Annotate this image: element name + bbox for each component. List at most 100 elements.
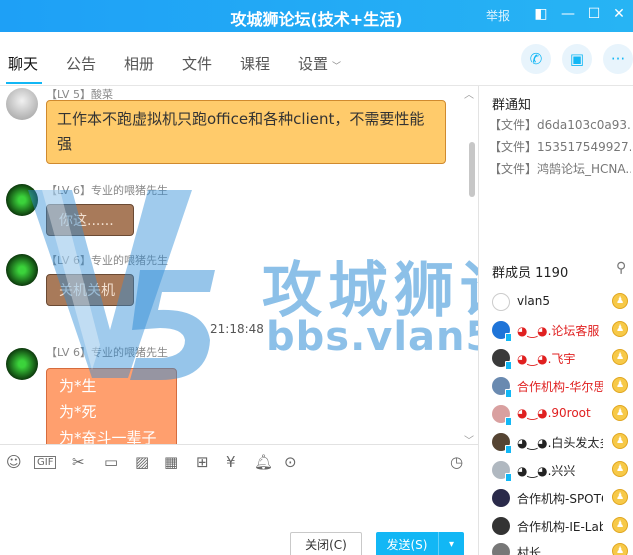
avatar[interactable]	[6, 88, 38, 120]
user-icon: ♟	[612, 349, 628, 365]
member-item[interactable]: ◕‿◕.90root ♟	[479, 403, 633, 427]
user-icon: ♟	[612, 543, 628, 555]
mobile-icon	[505, 473, 512, 482]
user-icon: ♟	[612, 377, 628, 393]
close-icon[interactable]: ✕	[608, 3, 630, 25]
member-item[interactable]: ◕‿◕.兴兴 ♟	[479, 459, 633, 483]
avatar[interactable]	[6, 184, 38, 216]
active-tab-indicator	[6, 82, 42, 84]
maximize-icon[interactable]: ☐	[583, 3, 605, 25]
send-options-chevron-icon[interactable]: ▾	[438, 532, 464, 555]
tab-announcement[interactable]: 公告	[66, 53, 96, 74]
members-title: 群成员 1190	[492, 266, 569, 281]
search-icon[interactable]: ⚲	[616, 260, 626, 276]
avatar	[492, 293, 510, 311]
member-name: ◕‿◕.兴兴	[517, 464, 576, 478]
member-name: 村长	[517, 546, 542, 555]
gift-icon[interactable]: ⊞	[196, 453, 209, 471]
user-icon: ♟	[612, 405, 628, 421]
tab-settings[interactable]: 设置 ﹀	[298, 53, 341, 74]
user-icon: ♟	[612, 433, 628, 449]
sender-name[interactable]: 【LV 6】专业的喂猪先生	[46, 252, 168, 268]
folder-icon[interactable]: ▭	[104, 453, 118, 471]
member-item[interactable]: 合作机构-IE-Lab ♟	[479, 515, 633, 539]
phone-icon[interactable]: ✆	[521, 44, 551, 74]
tab-bar: 聊天 公告 相册 文件 课程 设置 ﹀ ✆ ▣ ···	[0, 32, 633, 86]
history-icon[interactable]: ◷	[450, 453, 463, 471]
user-icon: ♟	[612, 321, 628, 337]
user-icon: ♟	[612, 293, 628, 309]
message-bubble: 为*生 为*死 为*奋斗一辈子	[46, 368, 177, 444]
member-name: 合作机构-SPOTO	[517, 492, 603, 506]
message-bubble: 工作本不跑虚拟机只跑office和各种client，不需要性能强	[46, 100, 446, 164]
chat-area[interactable]: 【LV 5】酸菜 工作本不跑虚拟机只跑office和各种client，不需要性能…	[0, 86, 478, 444]
tab-courses[interactable]: 课程	[240, 53, 270, 74]
user-icon: ♟	[612, 489, 628, 505]
chevron-down-icon: ﹀	[332, 62, 342, 72]
message-input[interactable]	[0, 480, 478, 532]
member-item[interactable]: 合作机构-华尔思 ♟	[479, 375, 633, 399]
notice-item[interactable]: 【文件】d6da103c0a93...	[489, 116, 631, 133]
scissors-icon[interactable]: ✂	[72, 453, 85, 471]
member-item[interactable]: ◕‿◕.论坛客服 ♟	[479, 319, 633, 343]
tab-files[interactable]: 文件	[182, 53, 212, 74]
notice-item[interactable]: 【文件】153517549927...	[489, 138, 631, 155]
title-bar: 攻城狮论坛(技术+生活) 举报 ◧ — ☐ ✕	[0, 0, 633, 32]
message-bubble: 你这......	[46, 204, 134, 236]
member-name: vlan5	[517, 294, 551, 308]
minimize-icon[interactable]: —	[557, 3, 579, 25]
member-item[interactable]: 村长 ♟	[479, 541, 633, 555]
screen-share-icon[interactable]: ▣	[562, 44, 592, 74]
avatar[interactable]	[6, 254, 38, 286]
message-line: 为*死	[59, 403, 97, 421]
user-icon: ♟	[612, 461, 628, 477]
member-item[interactable]: ◕‿◕.白头发太多 ♟	[479, 431, 633, 455]
notice-item[interactable]: 【文件】鸿鹄论坛_HCNA...	[489, 160, 631, 177]
message-bubble: 关机关机	[46, 274, 134, 306]
user-icon: ♟	[612, 517, 628, 533]
member-item[interactable]: 合作机构-SPOTO ♟	[479, 487, 633, 511]
avatar	[492, 489, 510, 507]
mobile-icon	[505, 417, 512, 426]
chevron-up-icon[interactable]: ︿	[464, 86, 474, 101]
sender-name[interactable]: 【LV 6】专业的喂猪先生	[46, 344, 168, 360]
member-name: 合作机构-华尔思	[517, 380, 603, 394]
red-packet-icon[interactable]: ¥	[226, 453, 236, 471]
message-line: 为*奋斗一辈子	[59, 429, 157, 444]
group-sidebar: 群通知 【文件】d6da103c0a93... 【文件】153517549927…	[478, 86, 633, 555]
tab-chat[interactable]: 聊天	[8, 53, 38, 74]
skin-icon[interactable]: ◧	[530, 3, 552, 25]
chat-scrollbar[interactable]	[469, 142, 475, 197]
notice-title: 群通知	[492, 98, 532, 113]
member-name: 合作机构-IE-Lab	[517, 520, 603, 534]
input-toolbar: ☺ GIF ✂ ▭ ▨ ▦ ⊞ ¥ 🔔︎ ⊙ ◷	[0, 444, 478, 480]
tab-album[interactable]: 相册	[124, 53, 154, 74]
more-tools-icon[interactable]: ⊙	[284, 453, 297, 471]
close-button[interactable]: 关闭(C)	[290, 532, 362, 555]
mobile-icon	[505, 361, 512, 370]
image-icon[interactable]: ▨	[135, 453, 149, 471]
tab-settings-label: 设置	[298, 55, 329, 73]
gif-icon[interactable]: GIF	[34, 456, 57, 469]
avatar	[492, 517, 510, 535]
send-button[interactable]: 发送(S)	[376, 532, 438, 555]
report-link[interactable]: 举报	[486, 7, 510, 24]
sender-name[interactable]: 【LV 6】专业的喂猪先生	[46, 182, 168, 198]
video-icon[interactable]: ▦	[164, 453, 178, 471]
member-name: ◕‿◕.论坛客服	[517, 324, 600, 338]
mobile-icon	[505, 389, 512, 398]
mobile-icon	[505, 445, 512, 454]
member-item[interactable]: ◕‿◕.飞宇 ♟	[479, 347, 633, 371]
bell-icon[interactable]: 🔔︎	[254, 453, 273, 471]
mobile-icon	[505, 333, 512, 342]
member-name: ◕‿◕.白头发太多	[517, 436, 603, 450]
avatar[interactable]	[6, 348, 38, 380]
emoji-icon[interactable]: ☺	[6, 453, 22, 471]
member-item[interactable]: vlan5 ♟	[479, 291, 633, 315]
message-timestamp: 21:18:48	[210, 322, 264, 336]
member-name: ◕‿◕.90root	[517, 406, 591, 420]
more-icon[interactable]: ···	[603, 44, 633, 74]
message-line: 为*生	[59, 377, 97, 395]
member-name: ◕‿◕.飞宇	[517, 352, 576, 366]
avatar	[492, 543, 510, 555]
